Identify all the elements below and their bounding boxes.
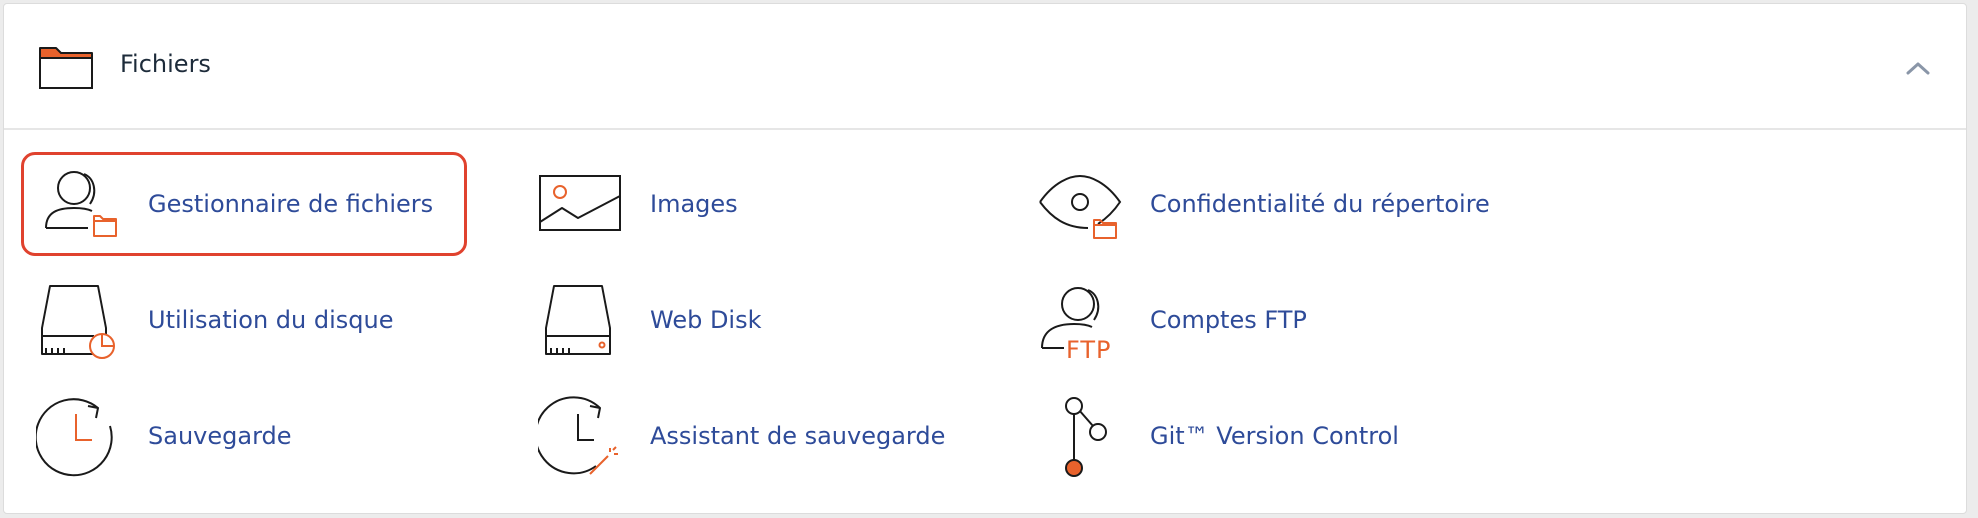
disk-usage-link[interactable]: Utilisation du disque: [21, 268, 467, 372]
git-version-control-icon: [1038, 394, 1122, 478]
section-title: Fichiers: [120, 50, 211, 78]
file-manager-link[interactable]: Gestionnaire de fichiers: [21, 152, 467, 256]
item-label: Sauvegarde: [148, 422, 292, 450]
item-label: Git™ Version Control: [1150, 422, 1399, 450]
backup-wizard-link[interactable]: Assistant de sauvegarde: [524, 384, 964, 488]
files-panel: Fichiers Gestionnaire de fichiers Images…: [3, 3, 1967, 514]
backup-icon: [36, 394, 120, 478]
backup-link[interactable]: Sauvegarde: [21, 384, 467, 488]
svg-text:FTP: FTP: [1066, 336, 1112, 362]
ftp-accounts-link[interactable]: FTP Comptes FTP: [1024, 268, 1584, 372]
images-icon: [538, 162, 622, 246]
ftp-accounts-icon: FTP: [1038, 278, 1122, 362]
web-disk-icon: [538, 278, 622, 362]
images-link[interactable]: Images: [524, 152, 964, 256]
backup-wizard-icon: [538, 394, 622, 478]
disk-usage-icon: [36, 278, 120, 362]
item-label: Comptes FTP: [1150, 306, 1307, 334]
item-label: Utilisation du disque: [148, 306, 394, 334]
item-label: Images: [650, 190, 738, 218]
item-label: Assistant de sauvegarde: [650, 422, 946, 450]
chevron-up-icon[interactable]: [1898, 48, 1938, 88]
web-disk-link[interactable]: Web Disk: [524, 268, 964, 372]
directory-privacy-icon: [1038, 162, 1122, 246]
item-label: Web Disk: [650, 306, 762, 334]
item-label: Gestionnaire de fichiers: [148, 190, 434, 218]
directory-privacy-link[interactable]: Confidentialité du répertoire: [1024, 152, 1584, 256]
item-label: Confidentialité du répertoire: [1150, 190, 1490, 218]
panel-header[interactable]: Fichiers: [4, 4, 1966, 130]
file-manager-icon: [36, 162, 120, 246]
git-version-control-link[interactable]: Git™ Version Control: [1024, 384, 1584, 488]
folder-icon: [36, 42, 98, 92]
